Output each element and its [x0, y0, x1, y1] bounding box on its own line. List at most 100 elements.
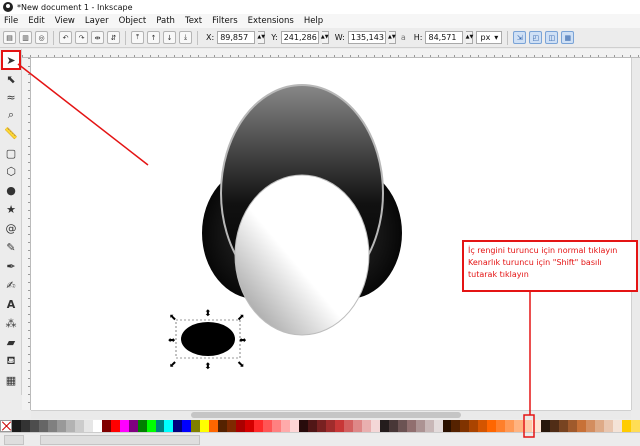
pencil-tool-icon[interactable]: ✎: [3, 239, 19, 255]
color-swatch[interactable]: [299, 420, 308, 432]
x-spinner[interactable]: ▲▼: [257, 31, 266, 44]
flip-vertical-icon[interactable]: ⇵: [107, 31, 120, 44]
color-swatch[interactable]: [469, 420, 479, 432]
color-swatch[interactable]: [559, 420, 569, 432]
unit-select[interactable]: px ▾: [476, 31, 503, 44]
color-swatch[interactable]: [119, 420, 129, 432]
face-shape[interactable]: [234, 174, 370, 336]
color-swatch[interactable]: [621, 420, 631, 432]
color-swatch[interactable]: [424, 420, 434, 432]
color-swatch[interactable]: [451, 420, 461, 432]
node-tool-icon[interactable]: ⬉: [3, 71, 19, 87]
color-swatch[interactable]: [272, 420, 282, 432]
spiral-tool-icon[interactable]: @: [3, 220, 19, 236]
bucket-tool-icon[interactable]: ⛾: [3, 353, 19, 369]
select-all-layers-icon[interactable]: ▥: [19, 31, 32, 44]
color-swatch[interactable]: [254, 420, 264, 432]
color-swatch[interactable]: [514, 420, 524, 432]
color-swatch[interactable]: [227, 420, 237, 432]
drawing-canvas[interactable]: ⬉ ⬍ ⬈ ⬌ ⬌ ⬋ ⬍ ⬊: [31, 58, 631, 410]
menu-file[interactable]: File: [4, 16, 18, 26]
color-swatch[interactable]: [523, 420, 533, 432]
y-spinner[interactable]: ▲▼: [321, 31, 329, 44]
fill-indicator[interactable]: [4, 435, 24, 445]
h-spinner[interactable]: ▲▼: [466, 31, 474, 44]
zoom-tool-icon[interactable]: ⌕: [3, 107, 19, 123]
menu-layer[interactable]: Layer: [85, 16, 109, 26]
3d-box-tool-icon[interactable]: ⬡: [3, 163, 19, 179]
color-swatch[interactable]: [532, 420, 542, 432]
horizontal-scrollbar[interactable]: [31, 410, 631, 419]
color-swatch[interactable]: [379, 420, 389, 432]
color-swatch[interactable]: [92, 420, 102, 432]
menu-edit[interactable]: Edit: [28, 16, 44, 26]
color-swatch[interactable]: [433, 420, 443, 432]
menu-extensions[interactable]: Extensions: [248, 16, 294, 26]
pen-tool-icon[interactable]: ✒: [3, 258, 19, 274]
color-swatch[interactable]: [281, 420, 291, 432]
color-swatch[interactable]: [29, 420, 39, 432]
color-swatch[interactable]: [191, 420, 201, 432]
select-all-icon[interactable]: ▤: [3, 31, 16, 44]
text-tool-icon[interactable]: A: [3, 296, 19, 312]
selected-ellipse-shape[interactable]: [181, 322, 235, 356]
lower-to-bottom-icon[interactable]: ⤓: [179, 31, 192, 44]
no-paint-swatch[interactable]: [0, 420, 12, 432]
color-swatch[interactable]: [263, 420, 273, 432]
menu-view[interactable]: View: [55, 16, 75, 26]
color-swatch[interactable]: [505, 420, 515, 432]
move-patterns-icon[interactable]: ▦: [561, 31, 575, 44]
measure-tool-icon[interactable]: 📏: [3, 125, 19, 141]
color-swatch[interactable]: [12, 420, 21, 432]
color-swatch[interactable]: [245, 420, 255, 432]
color-swatch[interactable]: [290, 420, 299, 432]
color-swatch[interactable]: [128, 420, 138, 432]
eraser-tool-icon[interactable]: ▰: [3, 334, 19, 350]
color-swatch[interactable]: [334, 420, 344, 432]
color-swatch[interactable]: [164, 420, 174, 432]
color-swatch[interactable]: [316, 420, 326, 432]
rectangle-tool-icon[interactable]: ▢: [3, 145, 19, 161]
color-swatch[interactable]: [236, 420, 246, 432]
color-swatch[interactable]: [209, 420, 219, 432]
color-swatch[interactable]: [630, 420, 640, 432]
w-field[interactable]: 135,143: [347, 31, 386, 44]
color-swatch[interactable]: [397, 420, 407, 432]
color-swatch[interactable]: [38, 420, 48, 432]
menu-object[interactable]: Object: [119, 16, 147, 26]
calligraphy-tool-icon[interactable]: ✍: [3, 277, 19, 293]
menu-text[interactable]: Text: [185, 16, 202, 26]
horizontal-ruler[interactable]: [22, 49, 640, 58]
h-field[interactable]: 84,571: [425, 31, 464, 44]
lower-icon[interactable]: ↓: [163, 31, 176, 44]
color-swatch[interactable]: [137, 420, 147, 432]
color-swatch[interactable]: [343, 420, 353, 432]
raise-icon[interactable]: ↑: [147, 31, 160, 44]
move-gradients-icon[interactable]: ◫: [545, 31, 559, 44]
color-swatch[interactable]: [352, 420, 362, 432]
menu-filters[interactable]: Filters: [212, 16, 237, 26]
color-swatch[interactable]: [101, 420, 111, 432]
color-swatch[interactable]: [155, 420, 165, 432]
color-swatch[interactable]: [307, 420, 317, 432]
menu-path[interactable]: Path: [156, 16, 175, 26]
color-swatch[interactable]: [325, 420, 335, 432]
selector-tool-icon[interactable]: ➤: [1, 50, 21, 70]
raise-to-top-icon[interactable]: ⤒: [131, 31, 144, 44]
color-swatch[interactable]: [442, 420, 452, 432]
star-tool-icon[interactable]: ★: [3, 201, 19, 217]
rotate-ccw-icon[interactable]: ↶: [59, 31, 72, 44]
deselect-icon[interactable]: ◎: [35, 31, 48, 44]
color-swatch[interactable]: [577, 420, 586, 432]
color-swatch[interactable]: [586, 420, 595, 432]
color-swatch[interactable]: [370, 420, 380, 432]
color-swatch[interactable]: [56, 420, 66, 432]
menu-help[interactable]: Help: [304, 16, 323, 26]
color-swatch[interactable]: [550, 420, 560, 432]
color-swatch[interactable]: [594, 420, 604, 432]
lock-icon[interactable]: a: [401, 33, 406, 42]
color-swatch[interactable]: [20, 420, 30, 432]
color-swatch[interactable]: [406, 420, 416, 432]
color-swatch[interactable]: [460, 420, 470, 432]
color-swatch[interactable]: [487, 420, 497, 432]
